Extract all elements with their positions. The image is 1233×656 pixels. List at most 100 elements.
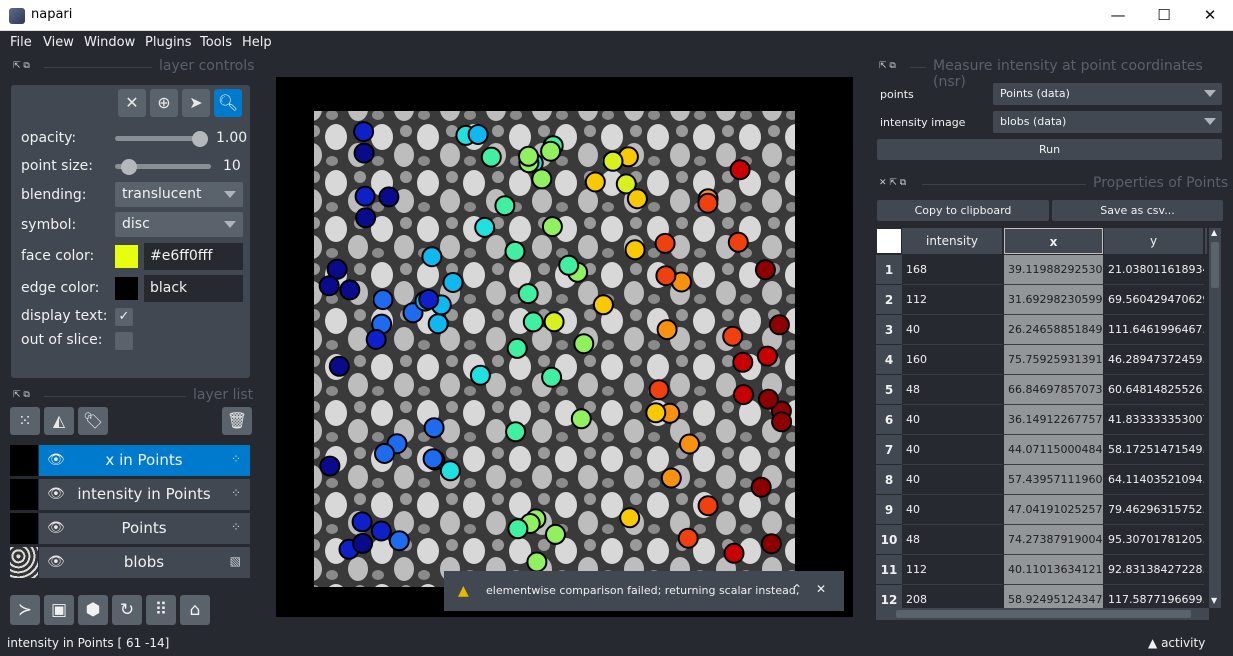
point-marker[interactable] [540, 140, 562, 162]
table-cell-y[interactable]: 69.5604294706294 [1104, 285, 1204, 315]
table-cell-y[interactable]: 60.64814825526... [1104, 375, 1204, 405]
table-cell-intensity[interactable]: 40 [902, 405, 1003, 435]
table-cell-intensity[interactable]: 48 [902, 525, 1003, 555]
point-marker[interactable] [339, 279, 361, 301]
point-marker[interactable] [480, 146, 502, 168]
table-cell-y[interactable]: 111.6461996467... [1104, 315, 1204, 345]
point-marker[interactable] [388, 530, 410, 552]
point-marker[interactable] [729, 159, 751, 181]
blending-dropdown[interactable]: translucent [115, 182, 243, 207]
point-marker[interactable] [722, 325, 744, 347]
point-marker[interactable] [319, 455, 341, 477]
point-marker[interactable] [602, 150, 624, 172]
point-marker[interactable] [656, 319, 678, 341]
row-header[interactable]: 8 [876, 465, 902, 495]
point-marker[interactable] [754, 259, 776, 281]
column-header-x[interactable]: x [1004, 228, 1103, 254]
minimize-button[interactable]: — [1095, 0, 1141, 31]
eye-icon[interactable]: 👁︎ [47, 554, 65, 570]
point-marker[interactable] [619, 507, 641, 529]
point-marker[interactable] [439, 460, 461, 482]
point-marker[interactable] [422, 448, 444, 470]
point-marker[interactable] [531, 168, 553, 190]
point-marker[interactable] [771, 411, 793, 433]
row-header[interactable]: 10 [876, 525, 902, 555]
table-vertical-scrollbar[interactable]: ▲ ▼ [1209, 228, 1221, 608]
column-header-extra[interactable] [1205, 228, 1207, 254]
point-marker[interactable] [541, 366, 563, 388]
float-icon[interactable]: ⇱ ⧉ [13, 61, 30, 71]
point-marker[interactable] [354, 185, 376, 207]
roll-dims-icon[interactable]: ⬢ [78, 595, 108, 625]
new-points-layer-icon[interactable]: ⁙ [10, 407, 40, 435]
point-marker[interactable] [541, 216, 563, 238]
table-cell-x[interactable]: 57.43957111960... [1004, 465, 1103, 495]
toggle-ndisplay-icon[interactable]: ▣ [44, 595, 74, 625]
point-marker[interactable] [504, 240, 526, 262]
eye-icon[interactable]: 👁︎ [47, 520, 65, 536]
point-marker[interactable] [378, 186, 400, 208]
eye-icon[interactable]: 👁︎ [47, 486, 65, 502]
save-as-csv-button[interactable]: Save as csv... [1052, 200, 1223, 221]
scrollbar-thumb[interactable] [896, 610, 1191, 618]
point-marker[interactable] [355, 207, 377, 229]
layer-row-points[interactable]: 👁︎ Points ⁘ [10, 513, 250, 544]
point-marker[interactable] [655, 265, 677, 287]
menu-tools[interactable]: Tools [200, 35, 232, 50]
row-header[interactable]: 7 [876, 435, 902, 465]
table-cell-intensity[interactable]: 40 [902, 465, 1003, 495]
table-cell-x[interactable]: 74.27387919004... [1004, 525, 1103, 555]
point-marker[interactable] [626, 188, 648, 210]
point-marker[interactable] [467, 124, 489, 145]
row-header[interactable]: 6 [876, 405, 902, 435]
point-marker[interactable] [353, 142, 375, 164]
new-shapes-layer-icon[interactable]: ◭ [44, 407, 74, 435]
point-marker[interactable] [677, 527, 699, 549]
copy-to-clipboard-button[interactable]: Copy to clipboard [877, 200, 1049, 221]
out-of-slice-checkbox[interactable] [115, 332, 133, 350]
point-marker[interactable] [723, 542, 745, 564]
point-marker[interactable] [733, 384, 754, 406]
table-cell-intensity[interactable]: 48 [902, 375, 1003, 405]
symbol-dropdown[interactable]: disc [115, 212, 243, 237]
point-marker[interactable] [427, 313, 449, 335]
point-marker[interactable] [543, 311, 565, 333]
table-cell-x[interactable]: 26.24658851849... [1004, 315, 1103, 345]
chevron-up-icon[interactable]: ▲ [1211, 228, 1217, 237]
point-marker[interactable] [654, 232, 676, 254]
row-header[interactable]: 4 [876, 345, 902, 375]
activity-button[interactable]: ▲ activity [1148, 636, 1205, 650]
point-marker[interactable] [507, 518, 529, 540]
table-cell-intensity[interactable]: 40 [902, 435, 1003, 465]
point-marker[interactable] [365, 329, 387, 350]
point-marker[interactable] [545, 523, 566, 545]
table-cell-y[interactable]: 92.83138427228... [1104, 555, 1204, 585]
point-marker[interactable] [645, 402, 667, 424]
edge-color-swatch[interactable] [115, 277, 138, 300]
point-marker[interactable] [732, 351, 754, 373]
point-marker[interactable] [756, 345, 778, 367]
point-marker[interactable] [328, 355, 350, 377]
row-header[interactable]: 11 [876, 555, 902, 585]
add-points-icon[interactable]: ⊕ [150, 89, 178, 117]
face-color-input[interactable]: #e6ff0fff [144, 243, 243, 270]
close-button[interactable]: ✕ [1187, 0, 1233, 31]
select-points-icon[interactable]: ➤ [182, 89, 210, 117]
table-cell-y[interactable]: 58.17251471549... [1104, 435, 1204, 465]
intensity-image-dropdown[interactable]: blobs (data) [993, 111, 1222, 133]
table-cell-y[interactable]: 46.28947372459... [1104, 345, 1204, 375]
point-marker[interactable] [592, 294, 614, 316]
table-horizontal-scrollbar[interactable] [876, 608, 1209, 620]
table-cell-x[interactable]: 58.92495124347... [1004, 585, 1103, 608]
layer-row-intensity-in-points[interactable]: 👁︎ intensity in Points ⁘ [10, 479, 250, 510]
point-marker[interactable] [372, 289, 394, 311]
chevron-down-icon[interactable]: ▼ [1211, 596, 1217, 605]
point-marker[interactable] [374, 443, 395, 464]
point-marker[interactable] [573, 333, 595, 355]
new-labels-layer-icon[interactable]: 🏷︎ [78, 407, 108, 435]
table-cell-x[interactable]: 66.8469785707363 [1004, 375, 1103, 405]
point-marker[interactable] [584, 171, 606, 193]
point-marker[interactable] [474, 216, 496, 238]
table-cell-intensity[interactable]: 160 [902, 345, 1003, 375]
opacity-slider-handle[interactable] [192, 131, 208, 147]
